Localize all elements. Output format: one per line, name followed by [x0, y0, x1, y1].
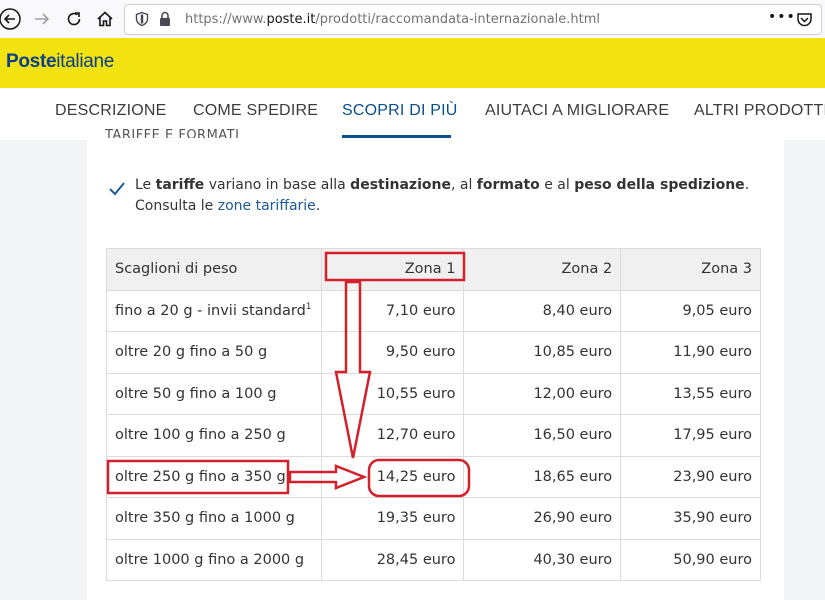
- price-cell: 10,85 euro: [463, 331, 622, 374]
- url-bar[interactable]: https://www.poste.it/prodotti/raccomanda…: [124, 4, 822, 35]
- home-button[interactable]: [93, 7, 117, 31]
- weight-cell: oltre 20 g fino a 50 g: [106, 331, 322, 374]
- tab-come-spedire[interactable]: COME SPEDIRE: [193, 102, 318, 120]
- tariff-info-text: Le tariffe variano in base alla destinaz…: [135, 177, 750, 214]
- price-cell: 12,70 euro: [320, 414, 465, 457]
- table-row: oltre 1000 g fino a 2000 g 28,45 euro 40…: [106, 538, 761, 581]
- table-row: oltre 50 g fino a 100 g 10,55 euro 12,00…: [106, 372, 761, 415]
- page-actions-menu-icon[interactable]: •••: [768, 9, 796, 25]
- home-icon: [97, 11, 113, 27]
- reload-button[interactable]: [62, 7, 86, 31]
- table-row: oltre 20 g fino a 50 g 9,50 euro 10,85 e…: [106, 331, 761, 374]
- forward-button[interactable]: [30, 7, 54, 31]
- table-row: oltre 350 g fino a 1000 g 19,35 euro 26,…: [106, 497, 761, 540]
- price-cell: 13,55 euro: [620, 372, 761, 415]
- price-cell: 26,90 euro: [463, 497, 622, 540]
- weight-cell: oltre 50 g fino a 100 g: [106, 372, 322, 415]
- tab-descrizione[interactable]: DESCRIZIONE: [55, 102, 167, 120]
- tab-scopri-di-piu[interactable]: SCOPRI DI PIÙ: [342, 102, 458, 120]
- price-cell: 9,05 euro: [620, 289, 761, 332]
- price-cell: 23,90 euro: [620, 455, 761, 498]
- back-button[interactable]: [0, 7, 22, 31]
- browser-toolbar: https://www.poste.it/prodotti/raccomanda…: [0, 0, 825, 39]
- price-cell: 50,90 euro: [620, 538, 761, 581]
- reload-icon: [67, 12, 81, 26]
- price-cell: 35,90 euro: [620, 497, 761, 540]
- price-cell: 18,65 euro: [463, 455, 622, 498]
- weight-cell: fino a 20 g - invii standard1: [106, 289, 322, 332]
- back-arrow-icon: [0, 8, 21, 30]
- active-tab-indicator: [342, 135, 451, 138]
- weight-cell: oltre 100 g fino a 250 g: [106, 414, 322, 457]
- header-zona-2: Zona 2: [463, 248, 622, 291]
- tab-altri-prodotti[interactable]: ALTRI PRODOTTI: [694, 102, 825, 120]
- table-row: fino a 20 g - invii standard1 7,10 euro …: [106, 289, 761, 332]
- price-cell: 16,50 euro: [463, 414, 622, 457]
- price-cell: 40,30 euro: [463, 538, 622, 581]
- tab-aiutaci-a-migliorare[interactable]: AIUTACI A MIGLIORARE: [485, 102, 669, 120]
- url-text[interactable]: https://www.poste.it/prodotti/raccomanda…: [185, 12, 600, 27]
- header-weight: Scaglioni di peso: [106, 248, 322, 291]
- price-cell: 10,55 euro: [320, 372, 465, 415]
- forward-arrow-icon: [35, 13, 50, 25]
- price-cell: 7,10 euro: [320, 289, 465, 332]
- price-cell: 19,35 euro: [320, 497, 465, 540]
- section-heading: TARIFFE E FORMATI: [105, 128, 240, 138]
- price-cell: 8,40 euro: [463, 289, 622, 332]
- price-cell: 11,90 euro: [620, 331, 761, 374]
- lock-icon[interactable]: [158, 11, 172, 27]
- footnote-mark[interactable]: 1: [306, 302, 312, 312]
- site-header: Posteitaliane: [0, 38, 825, 88]
- table-header-row: Scaglioni di peso Zona 1 Zona 2 Zona 3: [106, 248, 761, 291]
- page-background-right: [784, 140, 825, 600]
- rates-table: Scaglioni di peso Zona 1 Zona 2 Zona 3 f…: [106, 248, 761, 581]
- zone-tariffarie-link[interactable]: zone tariffarie: [218, 198, 316, 214]
- header-zona-3: Zona 3: [620, 248, 761, 291]
- table-row: oltre 100 g fino a 250 g 12,70 euro 16,5…: [106, 414, 761, 457]
- checkmark-icon: [109, 182, 125, 196]
- price-cell: 28,45 euro: [320, 538, 465, 581]
- tracking-shield-icon[interactable]: [134, 11, 150, 27]
- poste-italiane-logo[interactable]: Posteitaliane: [6, 51, 114, 73]
- price-cell: 17,95 euro: [620, 414, 761, 457]
- price-cell: 12,00 euro: [463, 372, 622, 415]
- page-background-left: [0, 140, 87, 600]
- weight-cell: oltre 350 g fino a 1000 g: [106, 497, 322, 540]
- price-cell: 9,50 euro: [320, 331, 465, 374]
- weight-cell: oltre 1000 g fino a 2000 g: [106, 538, 322, 581]
- price-cell: 14,25 euro: [320, 455, 465, 498]
- pocket-icon[interactable]: [796, 11, 813, 28]
- header-zona-1: Zona 1: [320, 248, 465, 291]
- table-row: oltre 250 g fino a 350 g 14,25 euro 18,6…: [106, 455, 761, 498]
- weight-cell: oltre 250 g fino a 350 g: [106, 455, 322, 498]
